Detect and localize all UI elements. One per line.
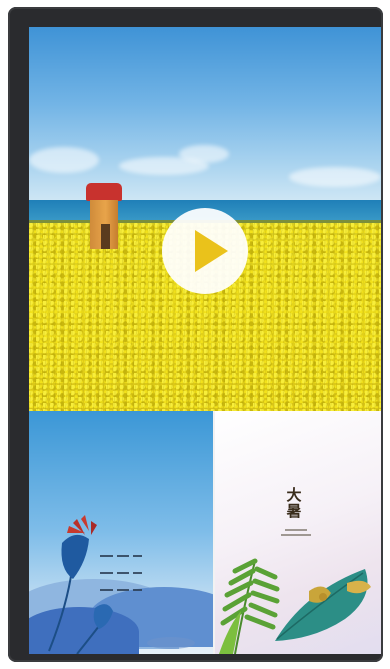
play-icon bbox=[195, 230, 228, 272]
hut-door bbox=[101, 224, 110, 249]
hut-body bbox=[90, 200, 118, 249]
hut-roof bbox=[86, 183, 122, 201]
video-panel[interactable] bbox=[29, 27, 381, 411]
display-screen: 大 暑 bbox=[29, 27, 381, 654]
sky bbox=[29, 27, 381, 202]
hut-illustration bbox=[86, 183, 122, 249]
lotus-poster[interactable] bbox=[29, 411, 213, 654]
fern-leaf-illustration bbox=[219, 558, 371, 654]
lotus-illustration bbox=[48, 515, 195, 654]
poem-text-block bbox=[100, 552, 146, 600]
play-button[interactable] bbox=[162, 208, 248, 294]
display-bezel: 大 暑 bbox=[8, 7, 383, 662]
dashu-poster[interactable]: 大 暑 bbox=[213, 411, 381, 654]
